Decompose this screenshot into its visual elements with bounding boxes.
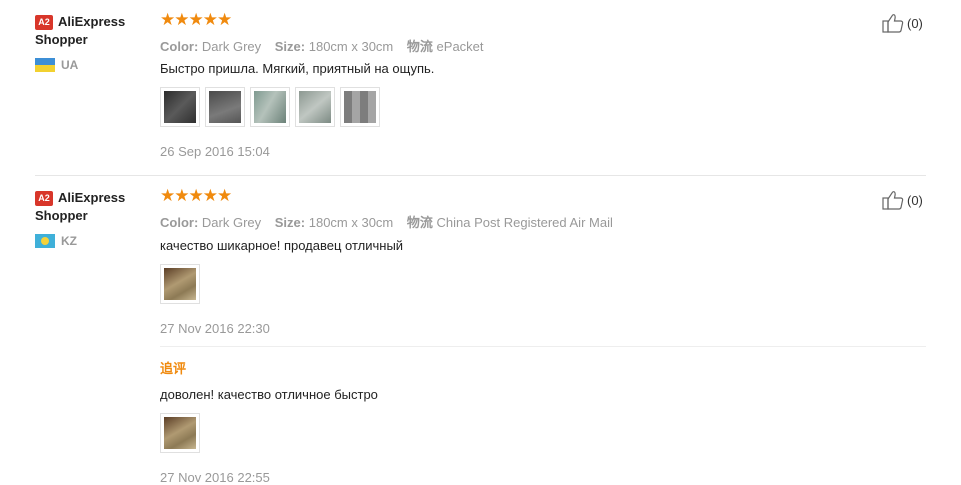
photo-list bbox=[160, 264, 205, 304]
photo-thumbnail[interactable] bbox=[250, 87, 290, 127]
ukraine-flag-icon bbox=[35, 58, 55, 72]
photo-list bbox=[160, 87, 385, 127]
star-rating: ★★★★★ bbox=[160, 186, 232, 205]
feedback-text: качество шикарное! продавец отличный bbox=[160, 238, 404, 253]
additional-feedback-text: доволен! качество отличное быстро bbox=[160, 387, 378, 402]
attr-value: Dark Grey bbox=[201, 39, 262, 54]
buyer-info: A2 AliExpress Shopper KZ bbox=[35, 189, 150, 248]
attr-value: 180cm x 30cm bbox=[308, 39, 394, 54]
attr-value: China Post Registered Air Mail bbox=[436, 215, 613, 230]
photo-grey-packaging-icon bbox=[209, 91, 241, 123]
attr-key: 物流 bbox=[406, 39, 433, 54]
photo-thumbnail[interactable] bbox=[205, 87, 245, 127]
buyer-level-badge: A2 bbox=[35, 191, 53, 206]
photo-thumbnail[interactable] bbox=[160, 264, 200, 304]
photo-scarf-folds-icon bbox=[254, 91, 286, 123]
country-code: UA bbox=[61, 58, 79, 72]
useful-button[interactable]: (0) bbox=[882, 190, 923, 210]
attr-key: Color: bbox=[160, 39, 199, 54]
attr-value: 180cm x 30cm bbox=[308, 215, 394, 230]
useful-count: (0) bbox=[907, 192, 923, 208]
thumbs-up-icon bbox=[882, 191, 904, 210]
buyer-level-badge: A2 bbox=[35, 15, 53, 30]
attr-value: ePacket bbox=[436, 39, 484, 54]
buyer-country: UA bbox=[35, 58, 150, 72]
photo-dark-scarf-icon bbox=[164, 91, 196, 123]
attr-key: 物流 bbox=[406, 215, 433, 230]
photo-plaid-scarf-icon bbox=[344, 91, 376, 123]
buyer-info: A2 AliExpress Shopper UA bbox=[35, 13, 150, 72]
feedback-date: 26 Sep 2016 15:04 bbox=[160, 144, 270, 159]
buyer-name-line: A2 AliExpress Shopper bbox=[35, 189, 150, 225]
attr-key: Size: bbox=[274, 215, 306, 230]
buyer-country: KZ bbox=[35, 234, 150, 248]
photo-scarf-worn-icon bbox=[164, 268, 196, 300]
buyer-name-line: A2 AliExpress Shopper bbox=[35, 13, 150, 49]
useful-count: (0) bbox=[907, 15, 923, 31]
attr-key: Size: bbox=[274, 39, 306, 54]
thumbs-up-icon bbox=[882, 14, 904, 33]
attr-key: Color: bbox=[160, 215, 199, 230]
kazakhstan-flag-icon bbox=[35, 234, 55, 248]
photo-thumbnail[interactable] bbox=[160, 87, 200, 127]
useful-button[interactable]: (0) bbox=[882, 13, 923, 33]
photo-thumbnail[interactable] bbox=[340, 87, 380, 127]
additional-feedback-divider bbox=[160, 346, 926, 347]
feedback-item: A2 AliExpress Shopper KZ ★★★★★ Color: Dar… bbox=[0, 176, 961, 485]
additional-feedback-date: 27 Nov 2016 22:55 bbox=[160, 470, 270, 485]
photo-scarf-worn-icon bbox=[164, 417, 196, 449]
attr-value: Dark Grey bbox=[201, 215, 262, 230]
photo-thumbnail[interactable] bbox=[160, 413, 200, 453]
photo-thumbnail[interactable] bbox=[295, 87, 335, 127]
order-attributes: Color: Dark Grey Size: 180cm x 30cm 物流 e… bbox=[160, 36, 494, 55]
additional-photo-list bbox=[160, 413, 205, 453]
feedback-date: 27 Nov 2016 22:30 bbox=[160, 321, 270, 336]
feedback-text: Быстро пришла. Мягкий, приятный на ощупь… bbox=[160, 61, 435, 76]
feedback-item: A2 AliExpress Shopper UA ★★★★★ Color: Dar… bbox=[0, 0, 961, 176]
order-attributes: Color: Dark Grey Size: 180cm x 30cm 物流 C… bbox=[160, 212, 623, 231]
country-code: KZ bbox=[61, 234, 77, 248]
additional-feedback-label: 追评 bbox=[160, 361, 187, 376]
star-rating: ★★★★★ bbox=[160, 10, 232, 29]
photo-scarf-texture-icon bbox=[299, 91, 331, 123]
